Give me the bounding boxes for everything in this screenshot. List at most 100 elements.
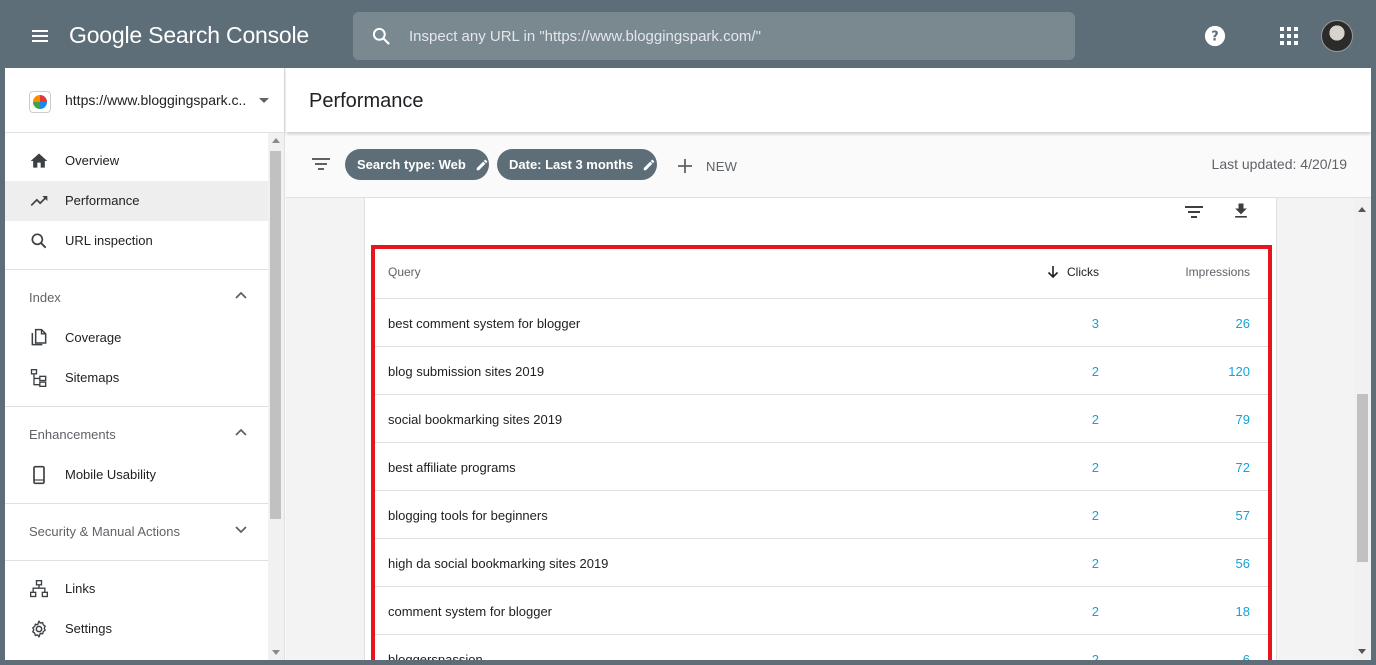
clicks-cell: 2 xyxy=(1091,652,1099,660)
new-filter-label: NEW xyxy=(706,158,738,174)
column-header-impressions[interactable]: Impressions xyxy=(1185,265,1250,279)
property-label: https://www.bloggingspark.c... xyxy=(65,92,245,108)
download-icon[interactable] xyxy=(1231,201,1251,221)
impressions-cell: 26 xyxy=(1235,316,1250,331)
avatar[interactable] xyxy=(1321,20,1353,52)
table-row[interactable]: high da social bookmarking sites 2019 2 … xyxy=(375,539,1268,587)
column-header-clicks[interactable]: Clicks xyxy=(1047,265,1099,279)
filter-icon[interactable] xyxy=(311,156,331,172)
sidebar-item-label: Sitemaps xyxy=(65,370,120,385)
query-cell: blogging tools for beginners xyxy=(388,508,548,523)
section-index[interactable]: Index xyxy=(5,270,268,318)
sidebar-item-label: URL inspection xyxy=(65,233,153,248)
scrollbar-thumb[interactable] xyxy=(270,151,281,519)
top-app-bar: Google Search Console ? xyxy=(5,5,1371,68)
sidebar: https://www.bloggingspark.c... Overview … xyxy=(5,68,285,660)
query-cell: best comment system for blogger xyxy=(388,316,581,331)
query-cell: bloggerspassion xyxy=(388,652,483,660)
table-row[interactable]: comment system for blogger 2 18 xyxy=(375,587,1268,635)
filter-rows-icon[interactable] xyxy=(1184,204,1204,220)
search-icon xyxy=(372,27,390,45)
section-security-manual-actions[interactable]: Security & Manual Actions xyxy=(5,504,268,552)
sidebar-item-mobile-usability[interactable]: Mobile Usability xyxy=(5,455,268,495)
section-label: Security & Manual Actions xyxy=(29,524,181,539)
clicks-cell: 2 xyxy=(1091,556,1099,571)
main-scrollbar[interactable] xyxy=(1354,198,1371,660)
table-row[interactable]: best comment system for blogger 3 26 xyxy=(375,299,1268,347)
sidebar-item-label: Settings xyxy=(65,621,112,636)
table-row[interactable]: social bookmarking sites 2019 2 79 xyxy=(375,395,1268,443)
chip-label: Date: Last 3 months xyxy=(509,157,634,172)
chip-date-range[interactable]: Date: Last 3 months xyxy=(497,149,657,180)
help-icon[interactable]: ? xyxy=(1204,25,1226,47)
query-cell: social bookmarking sites 2019 xyxy=(388,412,563,427)
property-selector[interactable]: https://www.bloggingspark.c... xyxy=(5,68,284,133)
site-favicon-icon xyxy=(29,91,51,113)
pencil-icon xyxy=(644,159,655,170)
table-row[interactable]: bloggerspassion 2 6 xyxy=(375,635,1268,660)
sidebar-item-coverage[interactable]: Coverage xyxy=(5,318,268,358)
new-filter-button[interactable]: NEW xyxy=(677,154,737,178)
scrollbar-thumb[interactable] xyxy=(1357,394,1368,562)
sidebar-item-url-inspection[interactable]: URL inspection xyxy=(5,221,268,261)
phone-icon xyxy=(33,465,45,485)
last-updated: Last updated: 4/20/19 xyxy=(1211,156,1347,172)
sidebar-scrollbar[interactable] xyxy=(268,133,284,660)
sidebar-item-overview[interactable]: Overview xyxy=(5,141,268,181)
menu-icon[interactable] xyxy=(29,25,51,47)
table-row[interactable]: best affiliate programs 2 72 xyxy=(375,443,1268,491)
sidebar-item-links[interactable]: Links xyxy=(5,569,268,609)
copy-pages-icon xyxy=(31,328,47,346)
main-content: Query Clicks Impressions best comment sy… xyxy=(286,198,1371,660)
divider xyxy=(5,560,268,561)
scroll-down-arrow-icon[interactable] xyxy=(1358,649,1366,654)
app-logo[interactable]: Google Search Console xyxy=(69,22,309,49)
impressions-cell: 18 xyxy=(1235,604,1250,619)
page-header: Performance xyxy=(286,68,1371,132)
chip-search-type[interactable]: Search type: Web xyxy=(345,149,489,180)
sidebar-item-label: Links xyxy=(65,581,96,596)
chip-label: Search type: Web xyxy=(357,157,466,172)
section-label: Enhancements xyxy=(29,427,116,442)
search-icon xyxy=(31,233,47,249)
sidebar-item-label: Performance xyxy=(65,193,140,208)
sidebar-item-label: Overview xyxy=(65,153,120,168)
impressions-cell: 57 xyxy=(1235,508,1250,523)
chevron-down-icon xyxy=(235,526,247,534)
clicks-cell: 2 xyxy=(1091,460,1099,475)
home-icon xyxy=(30,153,48,168)
scroll-up-arrow-icon[interactable] xyxy=(1358,207,1366,212)
queries-card: Query Clicks Impressions best comment sy… xyxy=(364,198,1277,660)
clicks-cell: 2 xyxy=(1091,364,1099,379)
filter-bar: Search type: Web Date: Last 3 months NEW… xyxy=(286,132,1371,198)
chevron-up-icon xyxy=(235,428,247,436)
query-cell: blog submission sites 2019 xyxy=(388,364,545,379)
search-input[interactable] xyxy=(409,12,1059,60)
caret-down-icon xyxy=(259,98,269,103)
sidebar-item-performance[interactable]: Performance xyxy=(5,181,268,221)
scroll-down-arrow-icon[interactable] xyxy=(272,650,280,655)
svg-text:?: ? xyxy=(1211,30,1218,45)
table-row[interactable]: blogging tools for beginners 2 57 xyxy=(375,491,1268,539)
clicks-cell: 3 xyxy=(1091,316,1099,331)
sidebar-item-label: Mobile Usability xyxy=(65,467,157,482)
table-header: Query Clicks Impressions xyxy=(375,249,1268,299)
arrow-down-icon xyxy=(1047,266,1059,279)
plus-icon xyxy=(678,159,692,173)
section-enhancements[interactable]: Enhancements xyxy=(5,407,268,455)
impressions-cell: 56 xyxy=(1235,556,1250,571)
brand-google: Google xyxy=(69,22,142,48)
column-header-query[interactable]: Query xyxy=(388,265,421,279)
url-inspect-search[interactable] xyxy=(353,12,1075,60)
table-row[interactable]: blog submission sites 2019 2 120 xyxy=(375,347,1268,395)
sidebar-item-settings[interactable]: Settings xyxy=(5,609,268,649)
scroll-up-arrow-icon[interactable] xyxy=(272,138,280,143)
sidebar-nav: Overview Performance URL inspection Inde… xyxy=(5,133,268,649)
chevron-up-icon xyxy=(235,291,247,299)
sidebar-item-sitemaps[interactable]: Sitemaps xyxy=(5,358,268,398)
column-header-label: Clicks xyxy=(1067,265,1099,279)
sitemap-icon xyxy=(30,369,47,387)
section-label: Index xyxy=(29,290,61,305)
apps-grid-icon[interactable] xyxy=(1280,27,1298,45)
impressions-cell: 6 xyxy=(1242,652,1250,660)
